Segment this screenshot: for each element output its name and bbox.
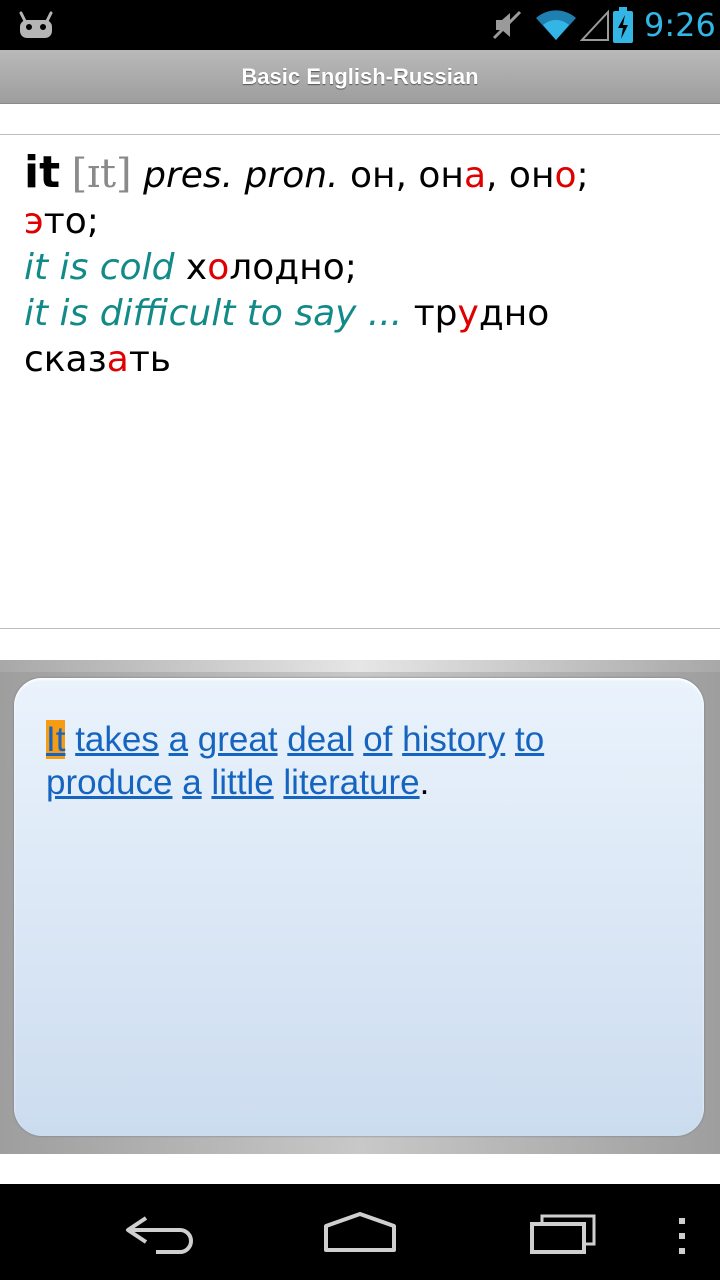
stress-mark: а [106,339,129,380]
translation: то; [43,201,99,242]
example-translation: холодно; [185,247,357,288]
stress-mark: о [554,155,577,196]
entry-line-2: это; [24,199,684,245]
status-bar: 9:26 [0,0,720,50]
quote-word[interactable]: deal [287,720,353,759]
quote-word[interactable]: great [198,720,278,759]
quote-word-selected[interactable]: It [46,720,66,759]
quote-word[interactable]: of [363,720,392,759]
overflow-menu-icon[interactable] [672,1214,692,1258]
stress-mark: а [463,155,487,196]
stress-mark: о [207,247,230,288]
app-title: Basic English-Russian [241,64,479,89]
example-translation: сказать [24,339,171,380]
example-line-1: it is cold холодно; [24,245,684,291]
back-icon[interactable] [122,1212,198,1256]
mute-icon [492,10,522,40]
recent-apps-icon[interactable] [526,1212,602,1256]
quote-word[interactable]: little [211,763,273,802]
quote-word[interactable]: to [515,720,544,759]
part-of-speech: pres. pron. [143,155,339,196]
quote-word[interactable]: takes [75,720,159,759]
wifi-icon [536,10,576,40]
example-line-2: it is difficult to say ... трудно [24,291,684,337]
android-icon [19,11,53,38]
quote-punctuation: . [419,763,430,802]
quote-word[interactable]: literature [283,763,419,802]
home-icon[interactable] [320,1210,400,1256]
divider [0,628,720,629]
translation: он, она, оно; [349,155,589,196]
headword: it [24,147,61,198]
example-phrase: it is cold [24,247,175,288]
quote-word[interactable]: a [182,763,201,802]
signal-icon [580,9,609,41]
example-phrase: it is difficult to say ... [24,293,403,334]
quote-word[interactable]: produce [46,763,172,802]
dictionary-entry: it [ɪt] pres. pron. он, она, оно; это; i… [24,150,684,550]
app-title-bar: Basic English-Russian [0,50,720,104]
stress-mark: у [457,293,479,334]
example-line-3: сказать [24,337,684,383]
status-clock: 9:26 [644,6,716,44]
quote-word[interactable]: a [169,720,188,759]
quote-word[interactable]: history [402,720,505,759]
divider [0,134,720,135]
entry-line-1: it [ɪt] pres. pron. он, она, оно; [24,150,684,199]
transcription: [ɪt] [71,151,132,197]
quote-text: It takes a great deal of history to prod… [46,718,676,828]
stress-mark: э [24,201,44,242]
example-translation: трудно [413,293,550,334]
battery-icon [613,7,633,43]
